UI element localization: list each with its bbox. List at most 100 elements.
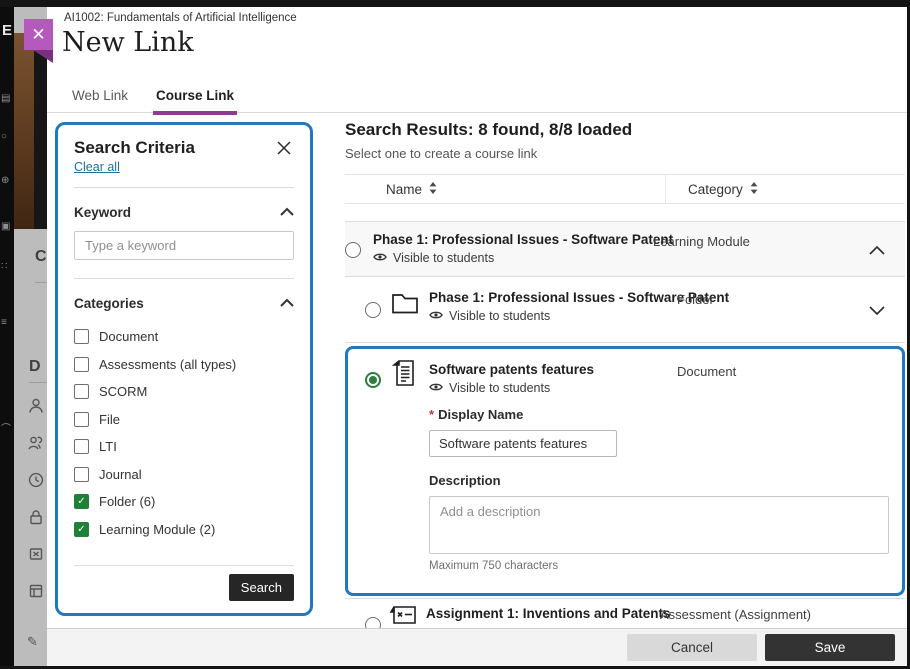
results-title: Search Results: 8 found, 8/8 loaded bbox=[345, 120, 905, 140]
tab-web-link[interactable]: Web Link bbox=[72, 88, 128, 115]
row-name: Software patents features bbox=[429, 362, 594, 377]
people-icon bbox=[28, 435, 44, 451]
column-divider bbox=[665, 175, 666, 203]
chevron-up-icon[interactable] bbox=[869, 242, 885, 258]
display-name-input[interactable] bbox=[429, 430, 617, 457]
eye-icon bbox=[429, 381, 443, 395]
background-nav-icon: ▤ bbox=[1, 94, 10, 104]
row-name: Assignment 1: Inventions and Patents bbox=[426, 606, 671, 621]
checkbox-box-checked: ✓ bbox=[74, 494, 89, 509]
description-textarea[interactable] bbox=[429, 496, 889, 554]
cancel-button[interactable]: Cancel bbox=[627, 634, 757, 661]
clock-icon bbox=[28, 472, 44, 488]
search-criteria-title: Search Criteria bbox=[74, 138, 195, 158]
row-name: Phase 1: Professional Issues - Software … bbox=[373, 232, 673, 247]
clear-all-link[interactable]: Clear all bbox=[74, 160, 120, 174]
results-table-header: Name Category bbox=[345, 174, 905, 204]
divider bbox=[74, 187, 294, 188]
search-results: Search Results: 8 found, 8/8 loaded Sele… bbox=[345, 120, 905, 630]
radio-unselected[interactable] bbox=[345, 242, 361, 258]
keyword-section-header[interactable]: Keyword bbox=[74, 203, 294, 221]
row-category: Learning Module bbox=[653, 234, 750, 249]
divider bbox=[74, 278, 294, 279]
document-icon bbox=[391, 359, 417, 392]
checkbox-box bbox=[74, 329, 89, 344]
window-frame bbox=[0, 0, 910, 7]
result-row-learning-module[interactable]: Phase 1: Professional Issues - Software … bbox=[345, 221, 905, 277]
description-label: Description bbox=[429, 473, 889, 488]
background-course-banner bbox=[14, 33, 34, 229]
required-marker: * bbox=[429, 407, 434, 422]
breadcrumb: AI1002: Fundamentals of Artificial Intel… bbox=[64, 12, 297, 24]
category-checkbox-list: Document Assessments (all types) SCORM F… bbox=[74, 323, 294, 543]
visibility-text: Visible to students bbox=[449, 381, 550, 395]
result-row-assignment[interactable]: Assignment 1: Inventions and Patents Ass… bbox=[345, 598, 905, 630]
search-button[interactable]: Search bbox=[229, 574, 294, 601]
search-criteria-panel: Search Criteria Clear all Keyword Catego… bbox=[55, 122, 313, 616]
background-nav-strip: E ▤ ○ ⊕ ▣ ∷ ≡ ⌒ bbox=[0, 0, 14, 669]
checkbox-box bbox=[74, 384, 89, 399]
background-nav-icon: ⊕ bbox=[1, 176, 9, 186]
checkbox-document[interactable]: Document bbox=[74, 323, 294, 351]
background-clipped-heading: D bbox=[29, 358, 41, 376]
lock-icon bbox=[28, 509, 44, 525]
visibility-text: Visible to students bbox=[393, 251, 494, 265]
dialog-footer: Cancel Save bbox=[47, 628, 907, 666]
sort-icon bbox=[429, 182, 437, 197]
folder-icon bbox=[391, 291, 419, 320]
background-divider bbox=[35, 282, 47, 283]
keyword-input[interactable] bbox=[74, 231, 294, 260]
assignment-icon bbox=[389, 604, 417, 630]
checkbox-folder[interactable]: ✓ Folder (6) bbox=[74, 488, 294, 516]
row-category: Document bbox=[677, 364, 736, 379]
background-nav-icon: ≡ bbox=[1, 318, 7, 328]
column-header-name[interactable]: Name bbox=[386, 182, 437, 197]
result-row-document-selected[interactable]: Software patents features Visible to stu… bbox=[345, 346, 905, 596]
results-subtitle: Select one to create a course link bbox=[345, 146, 905, 161]
gradebook-icon bbox=[28, 583, 44, 599]
checkbox-scorm[interactable]: SCORM bbox=[74, 378, 294, 406]
background-divider bbox=[29, 382, 47, 383]
row-category: Assessment (Assignment) bbox=[660, 607, 811, 622]
chevron-up-icon bbox=[280, 294, 294, 312]
background-course-banner-dark bbox=[34, 33, 47, 229]
tab-course-link[interactable]: Course Link bbox=[156, 88, 234, 115]
categories-label: Categories bbox=[74, 296, 144, 311]
checkbox-lti[interactable]: LTI bbox=[74, 433, 294, 461]
background-clipped-heading: C bbox=[35, 248, 47, 266]
eye-icon bbox=[373, 251, 387, 265]
eye-icon bbox=[429, 309, 443, 323]
close-dialog-button[interactable]: ✕ bbox=[24, 19, 53, 50]
close-icon: ✕ bbox=[31, 25, 45, 45]
result-row-folder[interactable]: Phase 1: Professional Issues - Software … bbox=[345, 277, 905, 343]
radio-unselected[interactable] bbox=[365, 302, 381, 318]
save-button[interactable]: Save bbox=[765, 634, 895, 661]
background-page-sliver: C D ✎ bbox=[14, 0, 47, 669]
sort-icon bbox=[750, 182, 758, 197]
checkbox-learning-module[interactable]: ✓ Learning Module (2) bbox=[74, 516, 294, 544]
background-nav-icon: ⌒ bbox=[1, 425, 11, 435]
background-logo-initial: E bbox=[2, 26, 12, 36]
radio-selected[interactable] bbox=[365, 372, 381, 388]
close-criteria-icon[interactable] bbox=[276, 140, 294, 158]
background-nav-icon: ▣ bbox=[1, 222, 10, 232]
max-characters-hint: Maximum 750 characters bbox=[429, 560, 889, 572]
checkbox-assessments[interactable]: Assessments (all types) bbox=[74, 351, 294, 379]
checkbox-journal[interactable]: Journal bbox=[74, 461, 294, 489]
checkbox-box bbox=[74, 439, 89, 454]
chevron-down-icon[interactable] bbox=[869, 302, 885, 318]
link-type-tabs: Web Link Course Link bbox=[72, 88, 234, 115]
chevron-up-icon bbox=[280, 203, 294, 221]
embed-code-icon bbox=[28, 546, 44, 562]
checkbox-box bbox=[74, 412, 89, 427]
person-icon bbox=[28, 398, 44, 414]
page-title: New Link bbox=[62, 27, 194, 58]
categories-section-header[interactable]: Categories bbox=[74, 294, 294, 312]
background-nav-icon: ∷ bbox=[1, 262, 7, 272]
checkbox-file[interactable]: File bbox=[74, 406, 294, 434]
display-name-label: *Display Name bbox=[429, 407, 889, 422]
pencil-icon: ✎ bbox=[27, 634, 43, 650]
checkbox-box bbox=[74, 357, 89, 372]
column-header-category[interactable]: Category bbox=[688, 182, 758, 197]
background-nav-icon: ○ bbox=[1, 132, 7, 142]
